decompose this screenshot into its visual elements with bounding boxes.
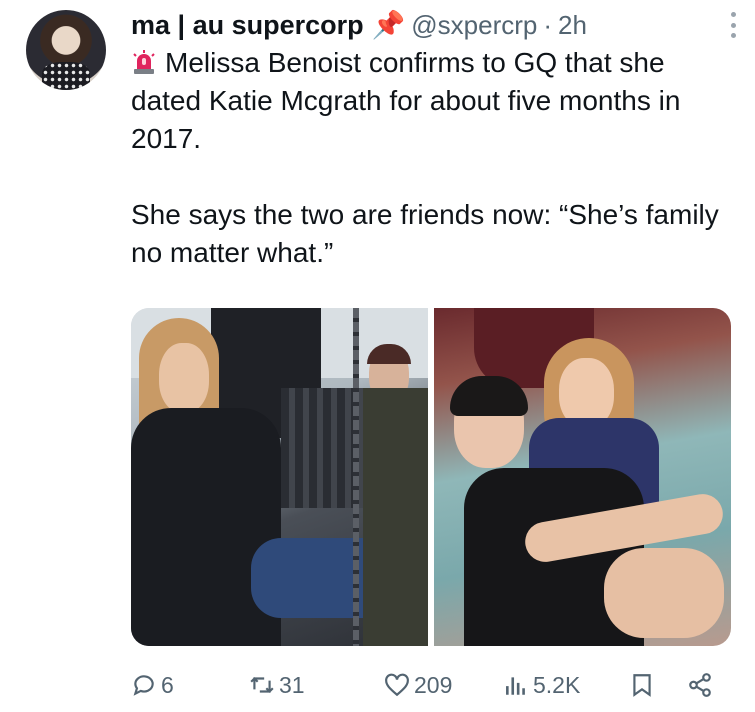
siren-icon <box>133 50 155 74</box>
separator: · <box>543 9 553 40</box>
reply-button[interactable]: 6 <box>131 665 174 705</box>
tweet-text: Melissa Benoist confirms to GQ that she … <box>131 44 731 272</box>
retweet-icon <box>250 676 274 694</box>
display-name[interactable]: ma | au supercorp <box>131 10 364 41</box>
photo-bench[interactable] <box>131 308 428 646</box>
bookmark-icon <box>633 674 651 697</box>
views-button[interactable]: 5.2K <box>503 665 580 705</box>
media-grid[interactable] <box>131 308 731 646</box>
action-bar: 6 31 209 5.2K <box>131 665 731 705</box>
like-icon <box>385 673 409 697</box>
share-button[interactable] <box>687 665 717 705</box>
reply-icon <box>133 675 154 696</box>
tweet-text-line1: Melissa Benoist confirms to GQ that she … <box>131 47 681 154</box>
view-count: 5.2K <box>533 671 581 698</box>
tweet-header: ma | au supercorp 📌 @sxpercrp · 2h <box>131 6 735 44</box>
like-button[interactable]: 209 <box>384 665 452 705</box>
reply-count: 6 <box>161 671 174 698</box>
views-icon <box>506 677 525 695</box>
timestamp[interactable]: 2h <box>558 10 587 41</box>
retweet-button[interactable]: 31 <box>249 665 305 705</box>
retweet-count: 31 <box>279 671 305 698</box>
like-count: 209 <box>414 671 453 698</box>
more-icon[interactable] <box>731 12 737 38</box>
photo-set[interactable] <box>434 308 731 646</box>
tweet-text-line2: She says the two are friends now: “She’s… <box>131 199 719 268</box>
bookmark-button[interactable] <box>629 665 659 705</box>
share-icon <box>689 673 711 697</box>
avatar[interactable] <box>26 10 106 90</box>
pin-emoji: 📌 <box>371 10 406 40</box>
handle[interactable]: @sxpercrp <box>411 10 537 41</box>
